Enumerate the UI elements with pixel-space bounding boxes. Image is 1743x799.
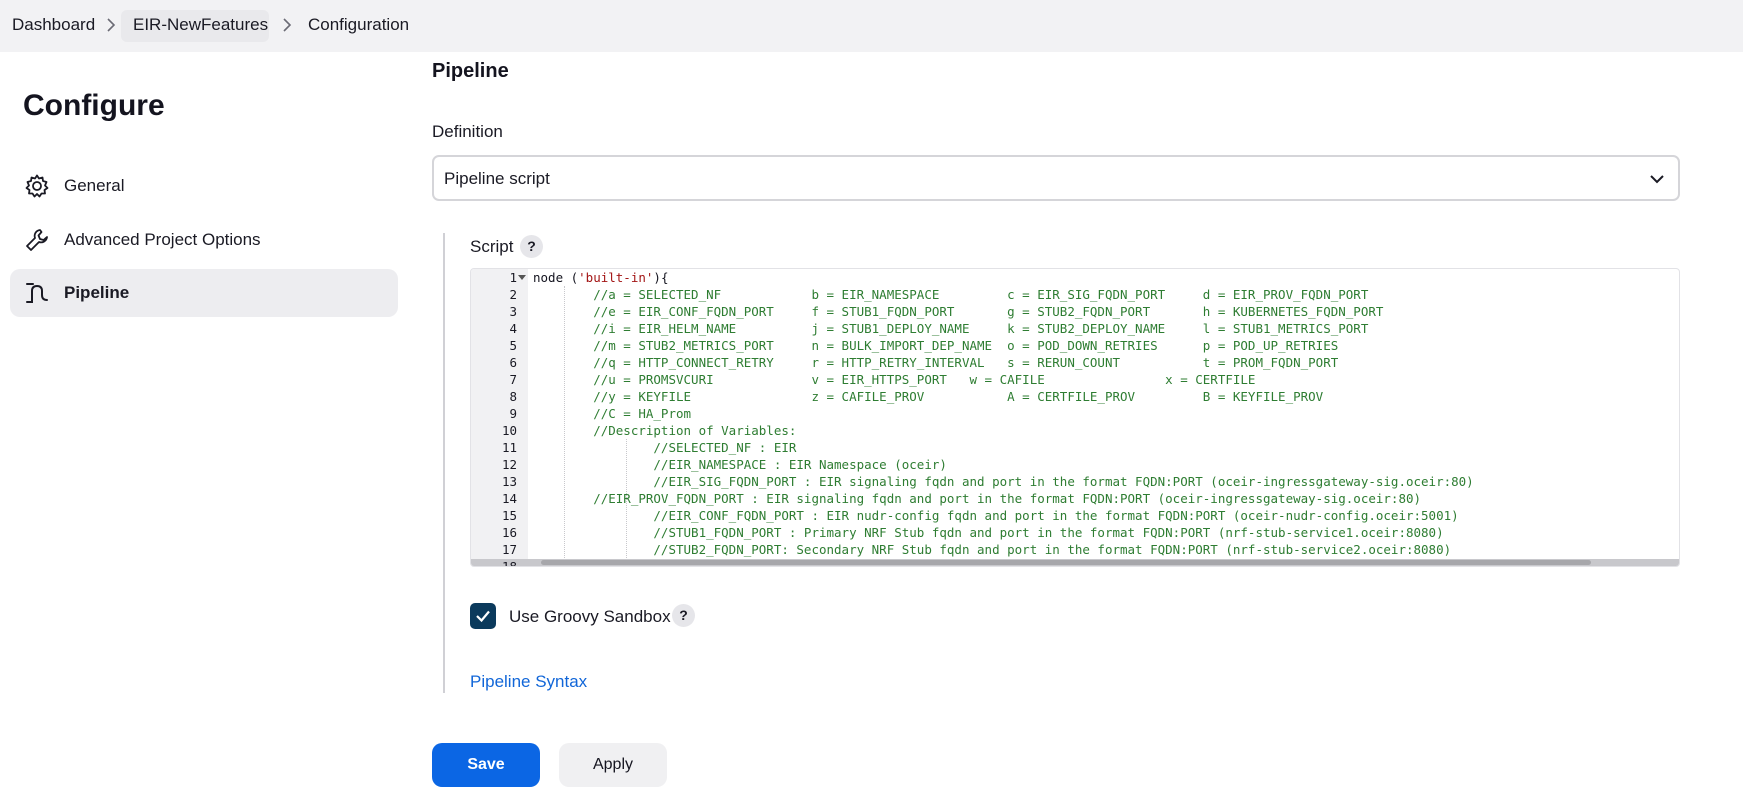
line-number: 10 [501, 423, 517, 438]
breadcrumb-job[interactable]: EIR-NewFeatures [133, 15, 268, 35]
fold-arrow-icon[interactable] [518, 275, 526, 280]
code-line: //SELECTED_NF : EIR [528, 439, 1679, 456]
line-number: 5 [509, 338, 517, 353]
wrench-icon [24, 227, 50, 253]
code-area[interactable]: node ('built-in'){ //a = SELECTED_NF b =… [528, 269, 1679, 566]
code-line-text: //EIR_NAMESPACE : EIR Namespace (oceir) [533, 457, 947, 472]
definition-select-value: Pipeline script [444, 169, 550, 188]
horizontal-scrollbar[interactable] [471, 559, 1679, 566]
sidebar-item-pipeline[interactable]: Pipeline [10, 269, 398, 317]
code-line: //EIR_CONF_FQDN_PORT : EIR nudr-config f… [528, 507, 1679, 524]
code-line: //i = EIR_HELM_NAME j = STUB1_DEPLOY_NAM… [528, 320, 1679, 337]
code-line-text: node ('built-in'){ [533, 270, 669, 285]
definition-label: Definition [432, 122, 503, 141]
sidebar-item-label: General [64, 176, 125, 195]
code-line: //m = STUB2_METRICS_PORT n = BULK_IMPORT… [528, 337, 1679, 354]
line-number: 7 [509, 372, 517, 387]
script-label: Script [470, 237, 514, 256]
breadcrumb-configuration[interactable]: Configuration [308, 15, 409, 35]
scrollbar-thumb[interactable] [541, 560, 1591, 565]
line-number: 15 [501, 508, 517, 523]
gear-icon [24, 173, 50, 199]
sidebar-item-advanced-project-options[interactable]: Advanced Project Options [10, 216, 398, 264]
code-line-text: //a = SELECTED_NF b = EIR_NAMESPACE c = … [533, 287, 1369, 302]
line-number: 12 [501, 457, 517, 472]
groovy-sandbox-checkbox[interactable] [470, 603, 496, 629]
pipeline-syntax-link[interactable]: Pipeline Syntax [470, 672, 587, 692]
code-line-text: //STUB1_FQDN_PORT : Primary NRF Stub fqd… [533, 525, 1444, 540]
code-line-text: //EIR_SIG_FQDN_PORT : EIR signaling fqdn… [533, 474, 1474, 489]
code-line-text: //SELECTED_NF : EIR [533, 440, 797, 455]
line-number: 18 [501, 559, 517, 567]
chevron-right-icon [104, 17, 118, 33]
sandbox-help-icon[interactable]: ? [672, 604, 695, 627]
code-line: //STUB1_FQDN_PORT : Primary NRF Stub fqd… [528, 524, 1679, 541]
code-line: //a = SELECTED_NF b = EIR_NAMESPACE c = … [528, 286, 1679, 303]
code-line: //EIR_PROV_FQDN_PORT : EIR signaling fqd… [528, 490, 1679, 507]
line-number: 8 [509, 389, 517, 404]
code-line-text: //EIR_CONF_FQDN_PORT : EIR nudr-config f… [533, 508, 1459, 523]
save-button[interactable]: Save [432, 743, 540, 787]
pipeline-icon [24, 280, 50, 306]
script-editor[interactable]: node ('built-in'){ //a = SELECTED_NF b =… [470, 268, 1680, 567]
code-line: //u = PROMSVCURI v = EIR_HTTPS_PORT w = … [528, 371, 1679, 388]
section-title: Pipeline [432, 60, 509, 82]
line-number: 3 [509, 304, 517, 319]
code-line-text: //i = EIR_HELM_NAME j = STUB1_DEPLOY_NAM… [533, 321, 1369, 336]
line-number: 17 [501, 542, 517, 557]
code-line-text: //C = HA_Prom [533, 406, 692, 421]
code-line: //y = KEYFILE z = CAFILE_PROV A = CERTFI… [528, 388, 1679, 405]
line-number: 2 [509, 287, 517, 302]
groovy-sandbox-label: Use Groovy Sandbox [509, 607, 671, 626]
definition-select[interactable]: Pipeline script [432, 155, 1680, 201]
code-line-text: //y = KEYFILE z = CAFILE_PROV A = CERTFI… [533, 389, 1324, 404]
line-number: 9 [509, 406, 517, 421]
chevron-down-icon [1648, 170, 1666, 188]
sidebar-title: Configure [23, 89, 165, 122]
code-line-text: //e = EIR_CONF_FQDN_PORT f = STUB1_FQDN_… [533, 304, 1384, 319]
apply-button[interactable]: Apply [559, 743, 667, 787]
code-line-text: //EIR_PROV_FQDN_PORT : EIR signaling fqd… [533, 491, 1422, 506]
chevron-right-icon [280, 17, 294, 33]
code-line: //e = EIR_CONF_FQDN_PORT f = STUB1_FQDN_… [528, 303, 1679, 320]
sidebar-item-label: Pipeline [64, 283, 130, 302]
line-number: 14 [501, 491, 517, 506]
code-line: //C = HA_Prom [528, 405, 1679, 422]
code-line-text: //u = PROMSVCURI v = EIR_HTTPS_PORT w = … [533, 372, 1256, 387]
code-line-text: //m = STUB2_METRICS_PORT n = BULK_IMPORT… [533, 338, 1339, 353]
section-divider [443, 233, 445, 693]
code-line: //STUB2_FQDN_PORT: Secondary NRF Stub fq… [528, 541, 1679, 558]
code-line: node ('built-in'){ [528, 269, 1679, 286]
code-line: //q = HTTP_CONNECT_RETRY r = HTTP_RETRY_… [528, 354, 1679, 371]
line-number: 1 [509, 270, 517, 285]
code-line: //EIR_SIG_FQDN_PORT : EIR signaling fqdn… [528, 473, 1679, 490]
line-number: 16 [501, 525, 517, 540]
code-line-text: //q = HTTP_CONNECT_RETRY r = HTTP_RETRY_… [533, 355, 1339, 370]
line-number: 11 [501, 440, 517, 455]
breadcrumb: Dashboard EIR-NewFeatures Configuration [0, 0, 1743, 52]
check-icon [476, 610, 490, 623]
code-line: //Description of Variables: [528, 422, 1679, 439]
line-number: 4 [509, 321, 517, 336]
code-line: //EIR_NAMESPACE : EIR Namespace (oceir) [528, 456, 1679, 473]
script-help-icon[interactable]: ? [520, 235, 543, 258]
code-line-text: //STUB2_FQDN_PORT: Secondary NRF Stub fq… [533, 542, 1452, 557]
breadcrumb-dashboard[interactable]: Dashboard [12, 15, 95, 35]
sidebar-item-label: Advanced Project Options [64, 230, 261, 249]
sidebar-item-general[interactable]: General [10, 162, 398, 210]
code-line-text: //Description of Variables: [533, 423, 797, 438]
line-number: 13 [501, 474, 517, 489]
line-number: 6 [509, 355, 517, 370]
